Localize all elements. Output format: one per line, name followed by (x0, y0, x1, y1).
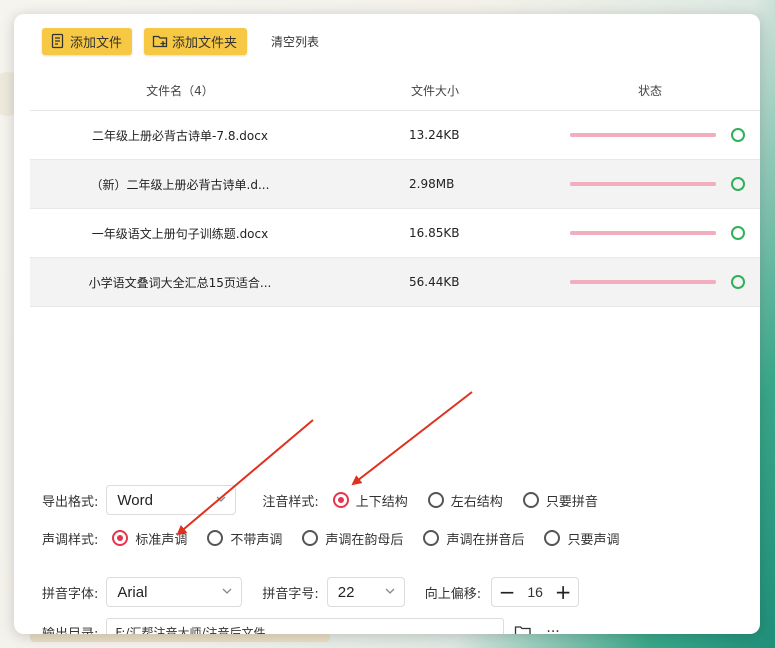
radio-annotation-pinyin-only[interactable]: 只要拼音 (522, 491, 598, 510)
offset-stepper[interactable]: − 16 + (491, 577, 580, 607)
folder-open-icon[interactable] (514, 624, 532, 634)
app-window: 添加文件 添加文件夹 清空列表 文件名（4） 文件大小 状态 二年级上册必背古诗… (14, 14, 760, 634)
progress-bar (570, 133, 716, 137)
file-name: 二年级上册必背古诗单-7.8.docx (92, 128, 268, 143)
radio-tone-after-final[interactable]: 声调在韵母后 (302, 529, 403, 548)
header-name: 文件名（4） (146, 83, 214, 98)
pinyin-font-value: Arial (117, 583, 148, 601)
file-size: 2.98MB (409, 177, 455, 191)
status-ok-icon (731, 275, 745, 289)
more-icon[interactable]: ··· (546, 624, 559, 634)
radio-selected-icon (332, 492, 349, 508)
radio-label: 不带声调 (230, 532, 283, 548)
radio-selected-icon (112, 530, 129, 546)
radio-icon (207, 530, 224, 546)
status-ok-icon (731, 128, 745, 142)
radio-icon (522, 492, 539, 508)
toolbar: 添加文件 添加文件夹 清空列表 (42, 26, 319, 56)
export-format-value: Word (117, 491, 153, 509)
output-dir-field[interactable]: F:/汇帮注音大师/注音后文件 (106, 618, 505, 635)
pinyin-font-label: 拼音字体: (42, 586, 99, 602)
table-row[interactable]: 一年级语文上册句子训练题.docx 16.85KB (30, 209, 760, 258)
annotation-style-label: 注音样式: (262, 494, 319, 510)
radio-label: 声调在韵母后 (325, 532, 404, 548)
radio-annotation-horizontal[interactable]: 左右结构 (427, 491, 503, 510)
clear-list-button[interactable]: 清空列表 (271, 33, 319, 50)
file-name: 一年级语文上册句子训练题.docx (91, 226, 269, 241)
radio-label: 标准声调 (135, 532, 188, 548)
output-dir-value: F:/汇帮注音大师/注音后文件 (115, 625, 266, 635)
add-file-label: 添加文件 (70, 35, 123, 51)
table-row[interactable]: （新）二年级上册必背古诗单.d... 2.98MB (30, 160, 760, 209)
header-size: 文件大小 (410, 83, 459, 98)
radio-icon (302, 530, 319, 546)
table-header: 文件名（4） 文件大小 状态 (30, 70, 760, 111)
add-file-button[interactable]: 添加文件 (42, 27, 133, 55)
radio-label: 声调在拼音后 (446, 532, 525, 548)
radio-tone-only[interactable]: 只要声调 (544, 529, 619, 548)
radio-label: 只要声调 (567, 532, 620, 548)
file-add-icon (51, 33, 64, 49)
radio-icon (544, 530, 561, 546)
tone-style-label: 声调样式: (42, 532, 99, 548)
decrement-button[interactable]: − (492, 578, 522, 606)
radio-icon (423, 530, 440, 546)
offset-label: 向上偏移: (424, 586, 482, 602)
file-table: 文件名（4） 文件大小 状态 二年级上册必背古诗单-7.8.docx 13.24… (30, 70, 760, 307)
add-folder-button[interactable]: 添加文件夹 (144, 27, 248, 55)
status-ok-icon (731, 177, 745, 191)
header-status: 状态 (637, 83, 662, 98)
progress-bar (570, 231, 716, 235)
radio-label: 只要拼音 (545, 494, 598, 510)
table-row[interactable]: 小学语文叠词大全汇总15页适合... 56.44KB (30, 258, 760, 307)
output-dir-label: 输出目录: (42, 626, 99, 635)
settings-row-format: 导出格式: Word 注音样式: 上下结构 左右结构 只要拼音 (42, 484, 598, 516)
radio-label: 左右结构 (450, 494, 503, 510)
radio-icon (427, 492, 444, 508)
file-name: （新）二年级上册必背古诗单.d... (90, 177, 270, 192)
settings-row-font: 拼音字体: Arial 拼音字号: 22 向上偏移: − 16 + (42, 576, 580, 608)
pinyin-size-value: 22 (337, 583, 355, 601)
file-size: 56.44KB (409, 275, 460, 289)
status-ok-icon (731, 226, 745, 240)
add-folder-label: 添加文件夹 (172, 35, 238, 51)
radio-tone-after-pinyin[interactable]: 声调在拼音后 (423, 529, 524, 548)
file-name: 小学语文叠词大全汇总15页适合... (88, 275, 272, 290)
pinyin-size-label: 拼音字号: (262, 586, 319, 602)
progress-bar (570, 280, 716, 284)
settings-row-output: 输出目录: F:/汇帮注音大师/注音后文件 ··· (42, 616, 560, 634)
file-size: 16.85KB (409, 226, 460, 240)
folder-add-icon (152, 35, 168, 48)
radio-tone-standard[interactable]: 标准声调 (112, 529, 187, 548)
radio-annotation-vertical[interactable]: 上下结构 (332, 491, 408, 510)
chevron-down-icon (222, 588, 232, 594)
export-format-select[interactable]: Word (106, 485, 237, 515)
increment-button[interactable]: + (548, 578, 578, 606)
table-row[interactable]: 二年级上册必背古诗单-7.8.docx 13.24KB (30, 111, 760, 160)
settings-row-tone: 声调样式: 标准声调 不带声调 声调在韵母后 声调在拼音后 只要声调 (42, 522, 619, 554)
offset-value[interactable]: 16 (522, 584, 548, 600)
pinyin-size-select[interactable]: 22 (326, 577, 405, 607)
pinyin-font-select[interactable]: Arial (106, 577, 243, 607)
radio-tone-none[interactable]: 不带声调 (207, 529, 282, 548)
radio-label: 上下结构 (355, 494, 408, 510)
file-size: 13.24KB (409, 128, 460, 142)
export-format-label: 导出格式: (42, 494, 99, 510)
progress-bar (570, 182, 716, 186)
chevron-down-icon (385, 588, 395, 594)
chevron-down-icon (216, 496, 226, 502)
